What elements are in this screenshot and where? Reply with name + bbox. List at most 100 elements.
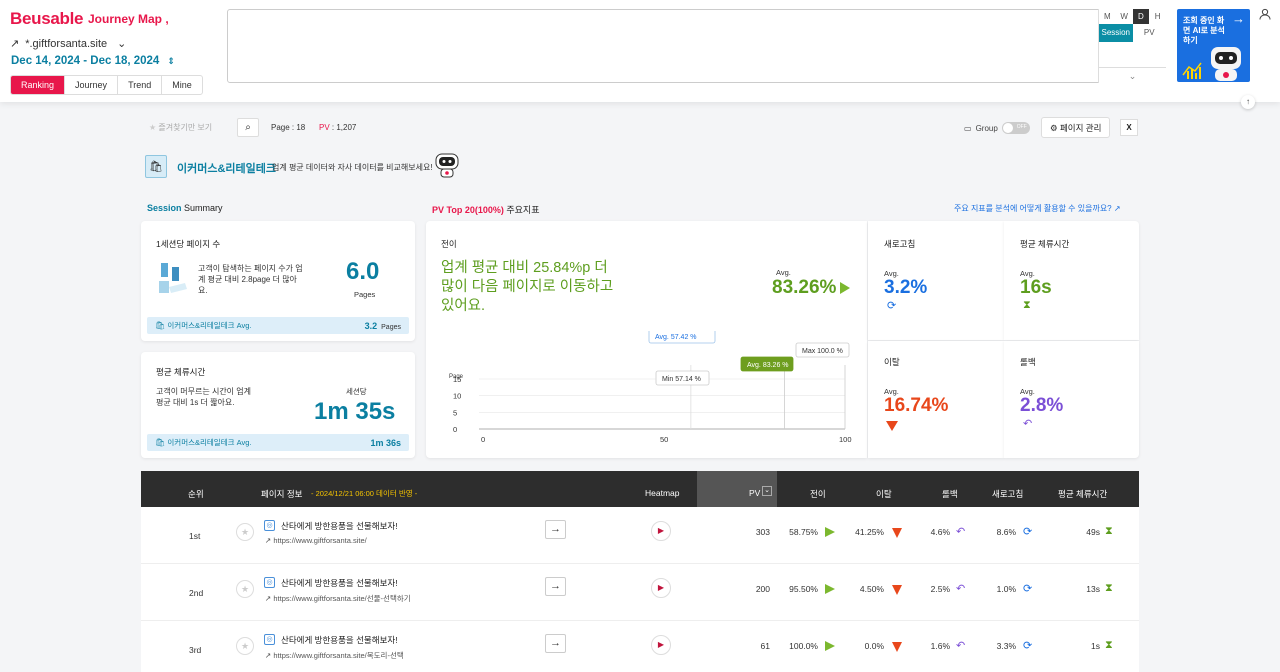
date-range-selector[interactable]: Dec 14, 2024 - Dec 18, 2024 ⇕ bbox=[11, 55, 175, 67]
page-manage-button[interactable]: ⚙ 페이지 관리 bbox=[1041, 117, 1111, 138]
granularity-week[interactable]: W bbox=[1116, 9, 1133, 24]
robot-mascot-icon bbox=[435, 153, 459, 178]
site-favicon-icon: ◎ bbox=[264, 634, 275, 645]
granularity-month[interactable]: M bbox=[1099, 9, 1116, 24]
col-rollback[interactable]: 롤백 bbox=[942, 488, 958, 500]
page-url[interactable]: ↗ https://www.giftforsanta.site/선물-선택하기 bbox=[265, 593, 411, 604]
hourglass-icon: ⧗ bbox=[1023, 299, 1031, 311]
tab-ranking[interactable]: Ranking bbox=[11, 76, 66, 94]
heatmap-play-button[interactable]: ▶ bbox=[651, 635, 671, 655]
nav-tabs: Ranking Journey Trend Mine bbox=[10, 75, 203, 95]
tab-trend[interactable]: Trend bbox=[118, 76, 163, 94]
refresh-kpi-label: 새로고침 bbox=[884, 239, 916, 249]
site-favicon-icon: ◎ bbox=[264, 577, 275, 588]
page-title[interactable]: 산타에게 방한용품을 선물해보자! bbox=[281, 634, 398, 646]
go-to-page-button[interactable]: → bbox=[545, 520, 566, 539]
col-rank[interactable]: 순위 bbox=[188, 488, 204, 500]
search-icon: ⌕ bbox=[245, 122, 251, 133]
pages-unit: Pages bbox=[354, 290, 376, 299]
bag-icon: 🛍 bbox=[155, 321, 168, 330]
ranking-table: 순위 페이지 정보 - 2024/12/21 06:00 데이터 반영 - He… bbox=[141, 471, 1139, 672]
site-name: *.giftforsanta.site bbox=[25, 37, 108, 50]
table-row[interactable]: 3rd ★ ◎ 산타에게 방한용품을 선물해보자! ↗ https://www.gift… bbox=[141, 621, 1139, 672]
x-tick-label: 50 bbox=[660, 435, 668, 444]
sort-desc-icon[interactable]: ⌄ bbox=[762, 486, 772, 496]
stay-kpi-label: 평균 체류시간 bbox=[1020, 239, 1070, 249]
expand-chevron-icon[interactable]: ⌄ bbox=[1099, 67, 1166, 83]
favorite-star-icon[interactable]: ★ bbox=[236, 523, 254, 541]
refresh-icon: ⟳ bbox=[1023, 526, 1033, 538]
transition-headline: 업계 평균 대비 25.84%p 더 많이 다음 페이지로 이동하고 있어요. bbox=[441, 260, 614, 314]
table-header: 순위 페이지 정보 - 2024/12/21 06:00 데이터 반영 - He… bbox=[141, 471, 1139, 507]
search-button[interactable]: ⌕ bbox=[237, 118, 259, 137]
row-rank: 1st bbox=[189, 531, 201, 541]
col-transition[interactable]: 전이 bbox=[810, 488, 826, 500]
stay-avg-value: 1m 36s bbox=[370, 437, 401, 448]
site-avg-tooltip: Avg. 83.26 % bbox=[747, 362, 789, 369]
refresh-kpi-value: 3.2% bbox=[884, 277, 928, 298]
page-url[interactable]: ↗ https://www.giftforsanta.site/ bbox=[265, 536, 367, 545]
beusable-logo[interactable]: Beusable bbox=[10, 9, 83, 29]
avg-stay-value: 1m 35s bbox=[314, 398, 396, 425]
ai-analysis-banner[interactable]: 조회 중인 화면 AI로 분석하기 → bbox=[1177, 9, 1250, 82]
group-switch[interactable]: OFF bbox=[1001, 122, 1030, 134]
go-to-page-button[interactable]: → bbox=[545, 577, 566, 596]
granularity-day[interactable]: D bbox=[1132, 9, 1150, 24]
pages-per-session-card: 1세션당 페이지 수 고객이 탐색하는 페이지 수가 업계 평균 대비 2.8p… bbox=[141, 221, 415, 341]
col-exit[interactable]: 이탈 bbox=[876, 488, 892, 500]
undo-icon: ↶ bbox=[956, 640, 966, 652]
metric-pv[interactable]: PV bbox=[1133, 24, 1167, 42]
transition-value: 95.50% bbox=[789, 584, 818, 594]
favorites-toggle[interactable]: ★ 즐겨찾기만 보기 bbox=[149, 122, 212, 133]
stay-sublabel: 세션당 bbox=[346, 387, 367, 396]
page-title[interactable]: 산타에게 방한용품을 선물해보자! bbox=[281, 577, 398, 589]
refresh-icon: ⟳ bbox=[1023, 640, 1033, 652]
pv-value: 303 bbox=[755, 527, 770, 537]
site-selector[interactable]: ↗ *.giftforsanta.site ⌄ bbox=[10, 37, 127, 51]
page-title[interactable]: 산타에게 방한용품을 선물해보자! bbox=[281, 520, 398, 532]
refresh-icon: ⟳ bbox=[887, 300, 897, 312]
col-page-info: 페이지 정보 bbox=[261, 489, 303, 499]
switch-state: OFF bbox=[1016, 124, 1027, 130]
data-reflect-note: - 2024/12/21 06:00 데이터 반영 - bbox=[311, 489, 418, 498]
heatmap-play-button[interactable]: ▶ bbox=[651, 578, 671, 598]
group-toggle[interactable]: ▭ Group OFF bbox=[964, 122, 1030, 134]
metrics-help-link[interactable]: 주요 지표를 분석에 어떻게 활용할 수 있을까요? ↗ bbox=[954, 203, 1121, 214]
metric-session[interactable]: Session bbox=[1099, 24, 1133, 42]
tab-mine[interactable]: Mine bbox=[162, 76, 202, 94]
rollback-value: 4.6% bbox=[930, 527, 950, 537]
stay-card-description: 고객이 머무르는 시간이 업계 평균 대비 1s 더 짧아요. bbox=[156, 387, 251, 407]
favorite-star-icon[interactable]: ★ bbox=[236, 580, 254, 598]
excel-export-icon[interactable]: X bbox=[1120, 119, 1138, 136]
user-icon[interactable] bbox=[1259, 8, 1271, 23]
go-to-page-button[interactable]: → bbox=[545, 634, 566, 653]
transition-avg-label: Avg. bbox=[776, 268, 791, 277]
heatmap-play-button[interactable]: ▶ bbox=[651, 521, 671, 541]
table-row[interactable]: 2nd ★ ◎ 산타에게 방한용품을 선물해보자! ↗ https://www.gift… bbox=[141, 564, 1139, 621]
col-refresh[interactable]: 새로고침 bbox=[992, 488, 1023, 500]
table-row[interactable]: 1st ★ ◎ 산타에게 방한용품을 선물해보자! ↗ https://www.gift… bbox=[141, 507, 1139, 564]
stay-kpi-card: 평균 체류시간 Avg. 16s ⧗ bbox=[1004, 221, 1139, 340]
granularity-hour[interactable]: H bbox=[1149, 9, 1166, 24]
favorite-star-icon[interactable]: ★ bbox=[236, 637, 254, 655]
pages-card-description: 고객이 탐색하는 페이지 수가 업계 평균 대비 2.8page 더 많아요. bbox=[198, 264, 303, 295]
pv-label: PV bbox=[319, 123, 330, 132]
y-tick-label: 5 bbox=[453, 408, 457, 417]
exit-value: 4.50% bbox=[859, 584, 884, 594]
tab-journey[interactable]: Journey bbox=[65, 76, 119, 94]
scroll-top-icon[interactable]: ↑ bbox=[1241, 95, 1255, 109]
industry-title[interactable]: 이커머스&리테일테크 bbox=[177, 160, 276, 176]
robot-illustration-icon bbox=[1182, 47, 1241, 81]
undo-icon: ↶ bbox=[956, 526, 966, 538]
exit-arrow-icon bbox=[892, 642, 902, 652]
star-icon: ★ bbox=[149, 123, 159, 132]
chevron-down-icon: ⌄ bbox=[117, 38, 127, 50]
session-summary-label: Session Summary bbox=[147, 203, 223, 213]
gear-icon: ⚙ bbox=[1050, 123, 1060, 133]
refresh-kpi-card: 새로고침 Avg. 3.2% ⟳ bbox=[868, 221, 1004, 340]
col-avg-stay[interactable]: 평균 체류시간 bbox=[1058, 488, 1107, 500]
trend-chart-area bbox=[227, 9, 1166, 83]
col-pv[interactable]: PV bbox=[749, 488, 760, 498]
pages-per-session-value: 6.0 bbox=[346, 258, 380, 285]
page-url[interactable]: ↗ https://www.giftforsanta.site/목도리-선택 bbox=[265, 650, 404, 661]
